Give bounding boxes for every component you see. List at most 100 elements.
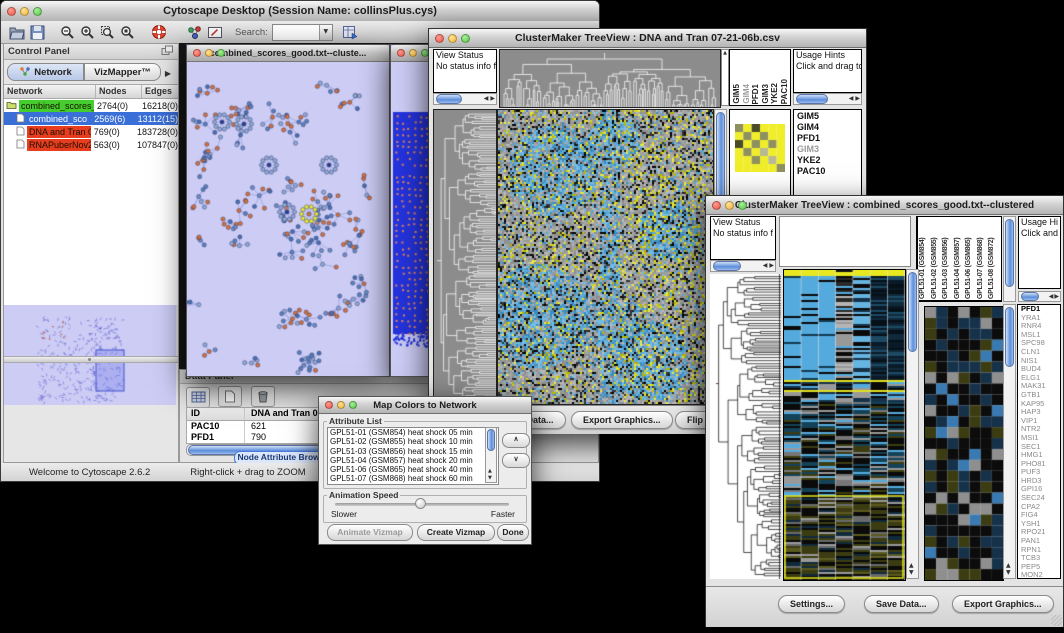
minimize-icon[interactable] bbox=[337, 401, 345, 409]
gene-list-vscrollbar[interactable]: ▲▼ bbox=[1003, 304, 1016, 579]
minimize-icon[interactable] bbox=[448, 34, 457, 43]
minimize-icon[interactable] bbox=[205, 49, 213, 57]
array-label[interactable]: GPL51-04 (GSM857) bbox=[954, 217, 965, 299]
help-lifebuoy-icon[interactable] bbox=[149, 22, 169, 42]
usage-hints-hscrollbar[interactable]: ◀▶ bbox=[1018, 291, 1061, 302]
zoom-window-icon[interactable] bbox=[349, 401, 357, 409]
array-labels-vscrollbar[interactable] bbox=[1003, 216, 1016, 302]
close-icon[interactable] bbox=[193, 49, 201, 57]
column-label[interactable]: GIM5 bbox=[732, 84, 741, 104]
network-table-row[interactable]: combined_sco2569(6)13112(15) bbox=[4, 112, 178, 125]
open-session-button[interactable] bbox=[7, 22, 27, 42]
network-table-row[interactable]: combined_scores_2764(0)16218(0) bbox=[4, 99, 178, 112]
create-vizmap-button[interactable]: Create Vizmap bbox=[417, 524, 495, 541]
close-icon[interactable] bbox=[712, 201, 721, 210]
zoom-window-icon[interactable] bbox=[217, 49, 225, 57]
view-status-hscrollbar[interactable]: ◀▶ bbox=[433, 93, 497, 105]
search-dropdown-arrow[interactable]: ▼ bbox=[319, 25, 332, 40]
delete-attribute-icon[interactable] bbox=[251, 386, 275, 407]
list-item[interactable]: GPL51-02 (GSM855) heat shock 10 min bbox=[328, 437, 498, 446]
zoom-selected-button[interactable] bbox=[97, 22, 117, 42]
attribute-list-vscrollbar[interactable]: ▲▼ bbox=[485, 427, 497, 483]
tab-overflow-arrow[interactable]: ▶ bbox=[161, 63, 175, 81]
network-table-header[interactable]: Network Nodes Edges bbox=[4, 84, 178, 99]
tab-network[interactable]: Network bbox=[7, 63, 84, 81]
minimize-icon[interactable] bbox=[409, 49, 417, 57]
treeview2-titlebar[interactable]: ClusterMaker TreeView : combined_scores_… bbox=[706, 196, 1063, 215]
row-dendrogram[interactable] bbox=[433, 109, 497, 405]
network-table-row[interactable]: DNA and Tran 07769(0)183728(0) bbox=[4, 125, 178, 138]
attribute-table-icon[interactable] bbox=[186, 387, 210, 408]
column-label[interactable]: GIM4 bbox=[742, 84, 751, 104]
list-item[interactable]: GPL51-07 (GSM868) heat shock 60 min bbox=[328, 474, 498, 483]
close-icon[interactable] bbox=[325, 401, 333, 409]
export-graphics-button[interactable]: Export Graphics... bbox=[952, 595, 1054, 613]
list-item[interactable]: GPL51-04 (GSM857) heat shock 20 min bbox=[328, 456, 498, 465]
zoom-out-button[interactable] bbox=[57, 22, 77, 42]
array-label[interactable]: GPL51-08 (GSM872) bbox=[988, 217, 999, 299]
similarity-heatmap[interactable] bbox=[497, 109, 714, 405]
array-label[interactable]: GPL51-01 (GSM854) bbox=[919, 217, 930, 299]
import-table-icon[interactable] bbox=[341, 22, 361, 42]
network-canvas-2[interactable] bbox=[391, 62, 431, 375]
new-attribute-icon[interactable] bbox=[218, 386, 242, 407]
column-label[interactable]: PFD1 bbox=[751, 84, 760, 104]
view-status-hscrollbar[interactable]: ◀▶ bbox=[710, 260, 776, 272]
slider-thumb[interactable] bbox=[415, 498, 426, 509]
done-button[interactable]: Done bbox=[497, 524, 529, 541]
close-icon[interactable] bbox=[397, 49, 405, 57]
resize-grip[interactable] bbox=[1051, 615, 1062, 626]
panel-splitter[interactable] bbox=[4, 356, 178, 363]
network-view-2-titlebar[interactable] bbox=[391, 45, 433, 62]
usage-hints-hscrollbar[interactable]: ◀▶ bbox=[793, 93, 862, 105]
minimize-icon[interactable] bbox=[725, 201, 734, 210]
gene-label[interactable]: GIM5 bbox=[794, 111, 861, 122]
export-graphics-button[interactable]: Export Graphics... bbox=[571, 411, 673, 429]
vizmap-icon[interactable] bbox=[185, 22, 205, 42]
row-dendrogram[interactable] bbox=[710, 274, 781, 579]
list-item[interactable]: GPL51-06 (GSM865) heat shock 40 min bbox=[328, 465, 498, 474]
zoomed-heatmap[interactable] bbox=[924, 306, 1004, 581]
birdseye-view[interactable] bbox=[4, 305, 176, 405]
minimize-icon[interactable] bbox=[20, 7, 29, 16]
gene-label[interactable]: MON2 bbox=[1018, 571, 1060, 579]
gene-label[interactable]: YKE2 bbox=[794, 155, 861, 166]
gene-label[interactable]: GIM3 bbox=[794, 144, 861, 155]
gene-label[interactable]: GIM4 bbox=[794, 122, 861, 133]
close-icon[interactable] bbox=[435, 34, 444, 43]
treeview1-titlebar[interactable]: ClusterMaker TreeView : DNA and Tran 07-… bbox=[429, 29, 866, 48]
column-label[interactable]: YKE2 bbox=[770, 83, 779, 104]
close-icon[interactable] bbox=[7, 7, 16, 16]
float-panel-icon[interactable] bbox=[161, 45, 174, 59]
cluster-similarity-matrix[interactable] bbox=[735, 124, 785, 172]
expression-heatmap[interactable] bbox=[783, 269, 906, 581]
attribute-listbox[interactable]: GPL51-01 (GSM854) heat shock 05 min GPL5… bbox=[327, 427, 499, 485]
zoom-window-icon[interactable] bbox=[33, 7, 42, 16]
network-canvas[interactable] bbox=[187, 62, 387, 375]
array-label[interactable]: GPL51-03 (GSM856) bbox=[942, 217, 953, 299]
animate-vizmap-button[interactable]: Animate Vizmap bbox=[327, 524, 413, 541]
network-view-titlebar[interactable]: combined_scores_good.txt--cluste... bbox=[187, 45, 389, 62]
move-down-button[interactable]: ∨ bbox=[502, 453, 530, 468]
move-up-button[interactable]: ∧ bbox=[502, 433, 530, 448]
search-input[interactable] bbox=[273, 26, 319, 38]
save-session-button[interactable] bbox=[27, 22, 47, 42]
list-item[interactable]: GPL51-03 (GSM856) heat shock 15 min bbox=[328, 447, 498, 456]
zoom-fit-button[interactable] bbox=[117, 22, 137, 42]
list-item[interactable]: GPL51-01 (GSM854) heat shock 05 min bbox=[328, 428, 498, 437]
array-label[interactable]: GPL51-07 (GSM868) bbox=[977, 217, 988, 299]
settings-button[interactable]: Settings... bbox=[778, 595, 845, 613]
gene-label[interactable]: PAC10 bbox=[794, 166, 861, 177]
annotation-canvas-icon[interactable] bbox=[205, 22, 225, 42]
array-label[interactable]: GPL51-02 (GSM855) bbox=[931, 217, 942, 299]
array-label[interactable]: GPL51-06 (GSM865) bbox=[965, 217, 976, 299]
network-table-row[interactable]: RNAPuberNov2+563(0)107847(0) bbox=[4, 138, 178, 151]
column-label[interactable]: PAC10 bbox=[780, 79, 789, 104]
tab-vizmapper[interactable]: VizMapper™ bbox=[84, 63, 161, 81]
dialog-titlebar[interactable]: Map Colors to Network bbox=[319, 397, 531, 414]
gene-label[interactable]: PFD1 bbox=[794, 133, 861, 144]
column-label[interactable]: GIM3 bbox=[761, 84, 770, 104]
main-titlebar[interactable]: Cytoscape Desktop (Session Name: collins… bbox=[1, 1, 599, 22]
save-data-button[interactable]: Save Data... bbox=[864, 595, 939, 613]
zoom-window-icon[interactable] bbox=[461, 34, 470, 43]
